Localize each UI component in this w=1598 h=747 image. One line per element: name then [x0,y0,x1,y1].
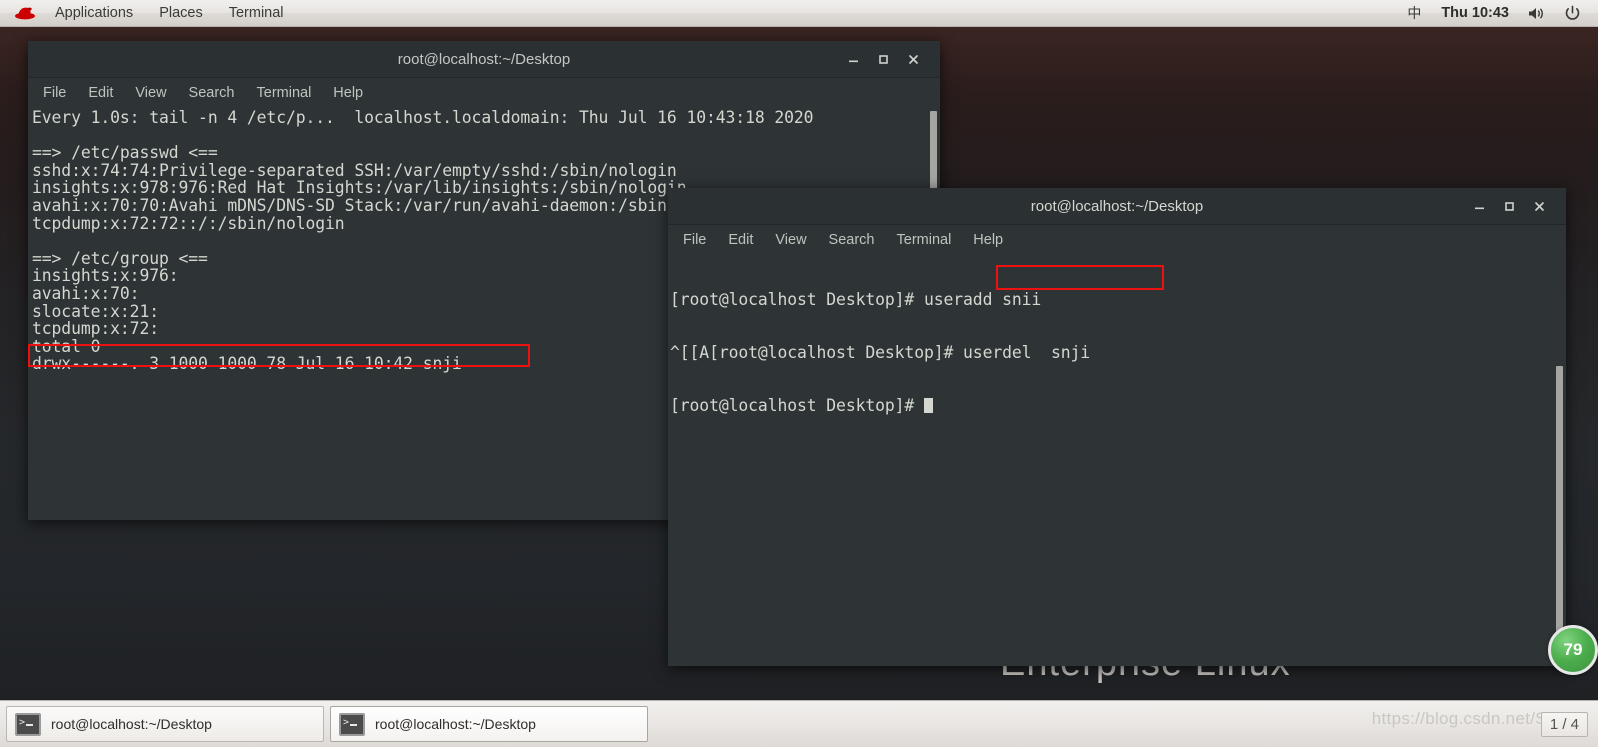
clock[interactable]: Thu 10:43 [1431,5,1519,21]
terminal-window-2[interactable]: root@localhost:~/Desktop File Edit View … [668,188,1566,666]
window-2-menu-search[interactable]: Search [818,230,886,250]
redhat-logo-icon[interactable] [0,5,42,21]
workspace-indicator[interactable]: 1 / 4 [1540,711,1588,737]
window-1-menu-search[interactable]: Search [178,83,246,103]
menu-terminal[interactable]: Terminal [216,0,297,26]
speaker-icon[interactable] [1519,6,1555,21]
input-method-label: 中 [1407,6,1422,22]
window-1-title-bar[interactable]: root@localhost:~/Desktop [28,41,940,78]
input-method-icon[interactable]: 中 [1397,3,1431,23]
window-2-menu-bar: File Edit View Search Terminal Help [668,225,1566,254]
window-2-prompt: [root@localhost Desktop]# [670,395,924,415]
window-2-scrollbar[interactable] [1553,254,1566,666]
power-icon[interactable] [1555,5,1590,22]
window-2-minimize-button[interactable] [1464,193,1494,219]
window-2-line-1: [root@localhost Desktop]# useradd snii [670,290,1042,310]
workspace-indicator-label: 1 / 4 [1549,715,1579,733]
taskbar-item-terminal-1[interactable]: root@localhost:~/Desktop [6,706,324,742]
window-1-menu-file[interactable]: File [32,83,77,103]
taskbar: root@localhost:~/Desktop root@localhost:… [0,700,1598,747]
window-2-line-2: ^[[A[root@localhost Desktop]# userdel sn… [670,342,1091,362]
window-1-menu-view[interactable]: View [124,83,177,103]
status-badge[interactable]: 79 [1548,625,1598,675]
clock-label: Thu 10:43 [1441,5,1509,21]
window-2-menu-help[interactable]: Help [962,230,1014,250]
terminal-cursor [923,397,933,413]
window-1-menu-edit[interactable]: Edit [77,83,124,103]
menu-applications[interactable]: Applications [42,0,146,26]
menu-places-label: Places [159,5,203,21]
window-2-close-button[interactable] [1524,193,1554,219]
window-1-menu-terminal[interactable]: Terminal [246,83,323,103]
window-1-minimize-button[interactable] [838,46,868,72]
terminal-icon [15,712,41,736]
window-1-title: root@localhost:~/Desktop [397,50,571,68]
taskbar-item-2-label: root@localhost:~/Desktop [375,716,536,732]
window-2-terminal-output: [root@localhost Desktop]# useradd snii ^… [670,256,1566,450]
window-2-title-bar[interactable]: root@localhost:~/Desktop [668,188,1566,225]
window-2-menu-file[interactable]: File [672,230,717,250]
taskbar-item-1-label: root@localhost:~/Desktop [51,716,212,732]
top-panel: Applications Places Terminal 中 Thu 10:43 [0,0,1598,27]
menu-terminal-label: Terminal [228,5,284,21]
window-2-menu-terminal[interactable]: Terminal [886,230,963,250]
window-2-terminal-body[interactable]: [root@localhost Desktop]# useradd snii ^… [668,254,1566,666]
window-2-menu-view[interactable]: View [764,230,817,250]
window-1-maximize-button[interactable] [868,46,898,72]
terminal-icon [339,712,365,736]
window-2-maximize-button[interactable] [1494,193,1524,219]
window-1-menu-bar: File Edit View Search Terminal Help [28,78,940,107]
menu-applications-label: Applications [55,5,134,21]
window-1-close-button[interactable] [898,46,928,72]
taskbar-item-terminal-2[interactable]: root@localhost:~/Desktop [330,706,648,742]
window-2-title: root@localhost:~/Desktop [1030,197,1204,215]
menu-places[interactable]: Places [146,0,216,26]
window-2-menu-edit[interactable]: Edit [717,230,764,250]
window-1-menu-help[interactable]: Help [322,83,374,103]
status-badge-value: 79 [1563,640,1583,659]
window-2-prompt-line: [root@localhost Desktop]# [670,395,1566,415]
